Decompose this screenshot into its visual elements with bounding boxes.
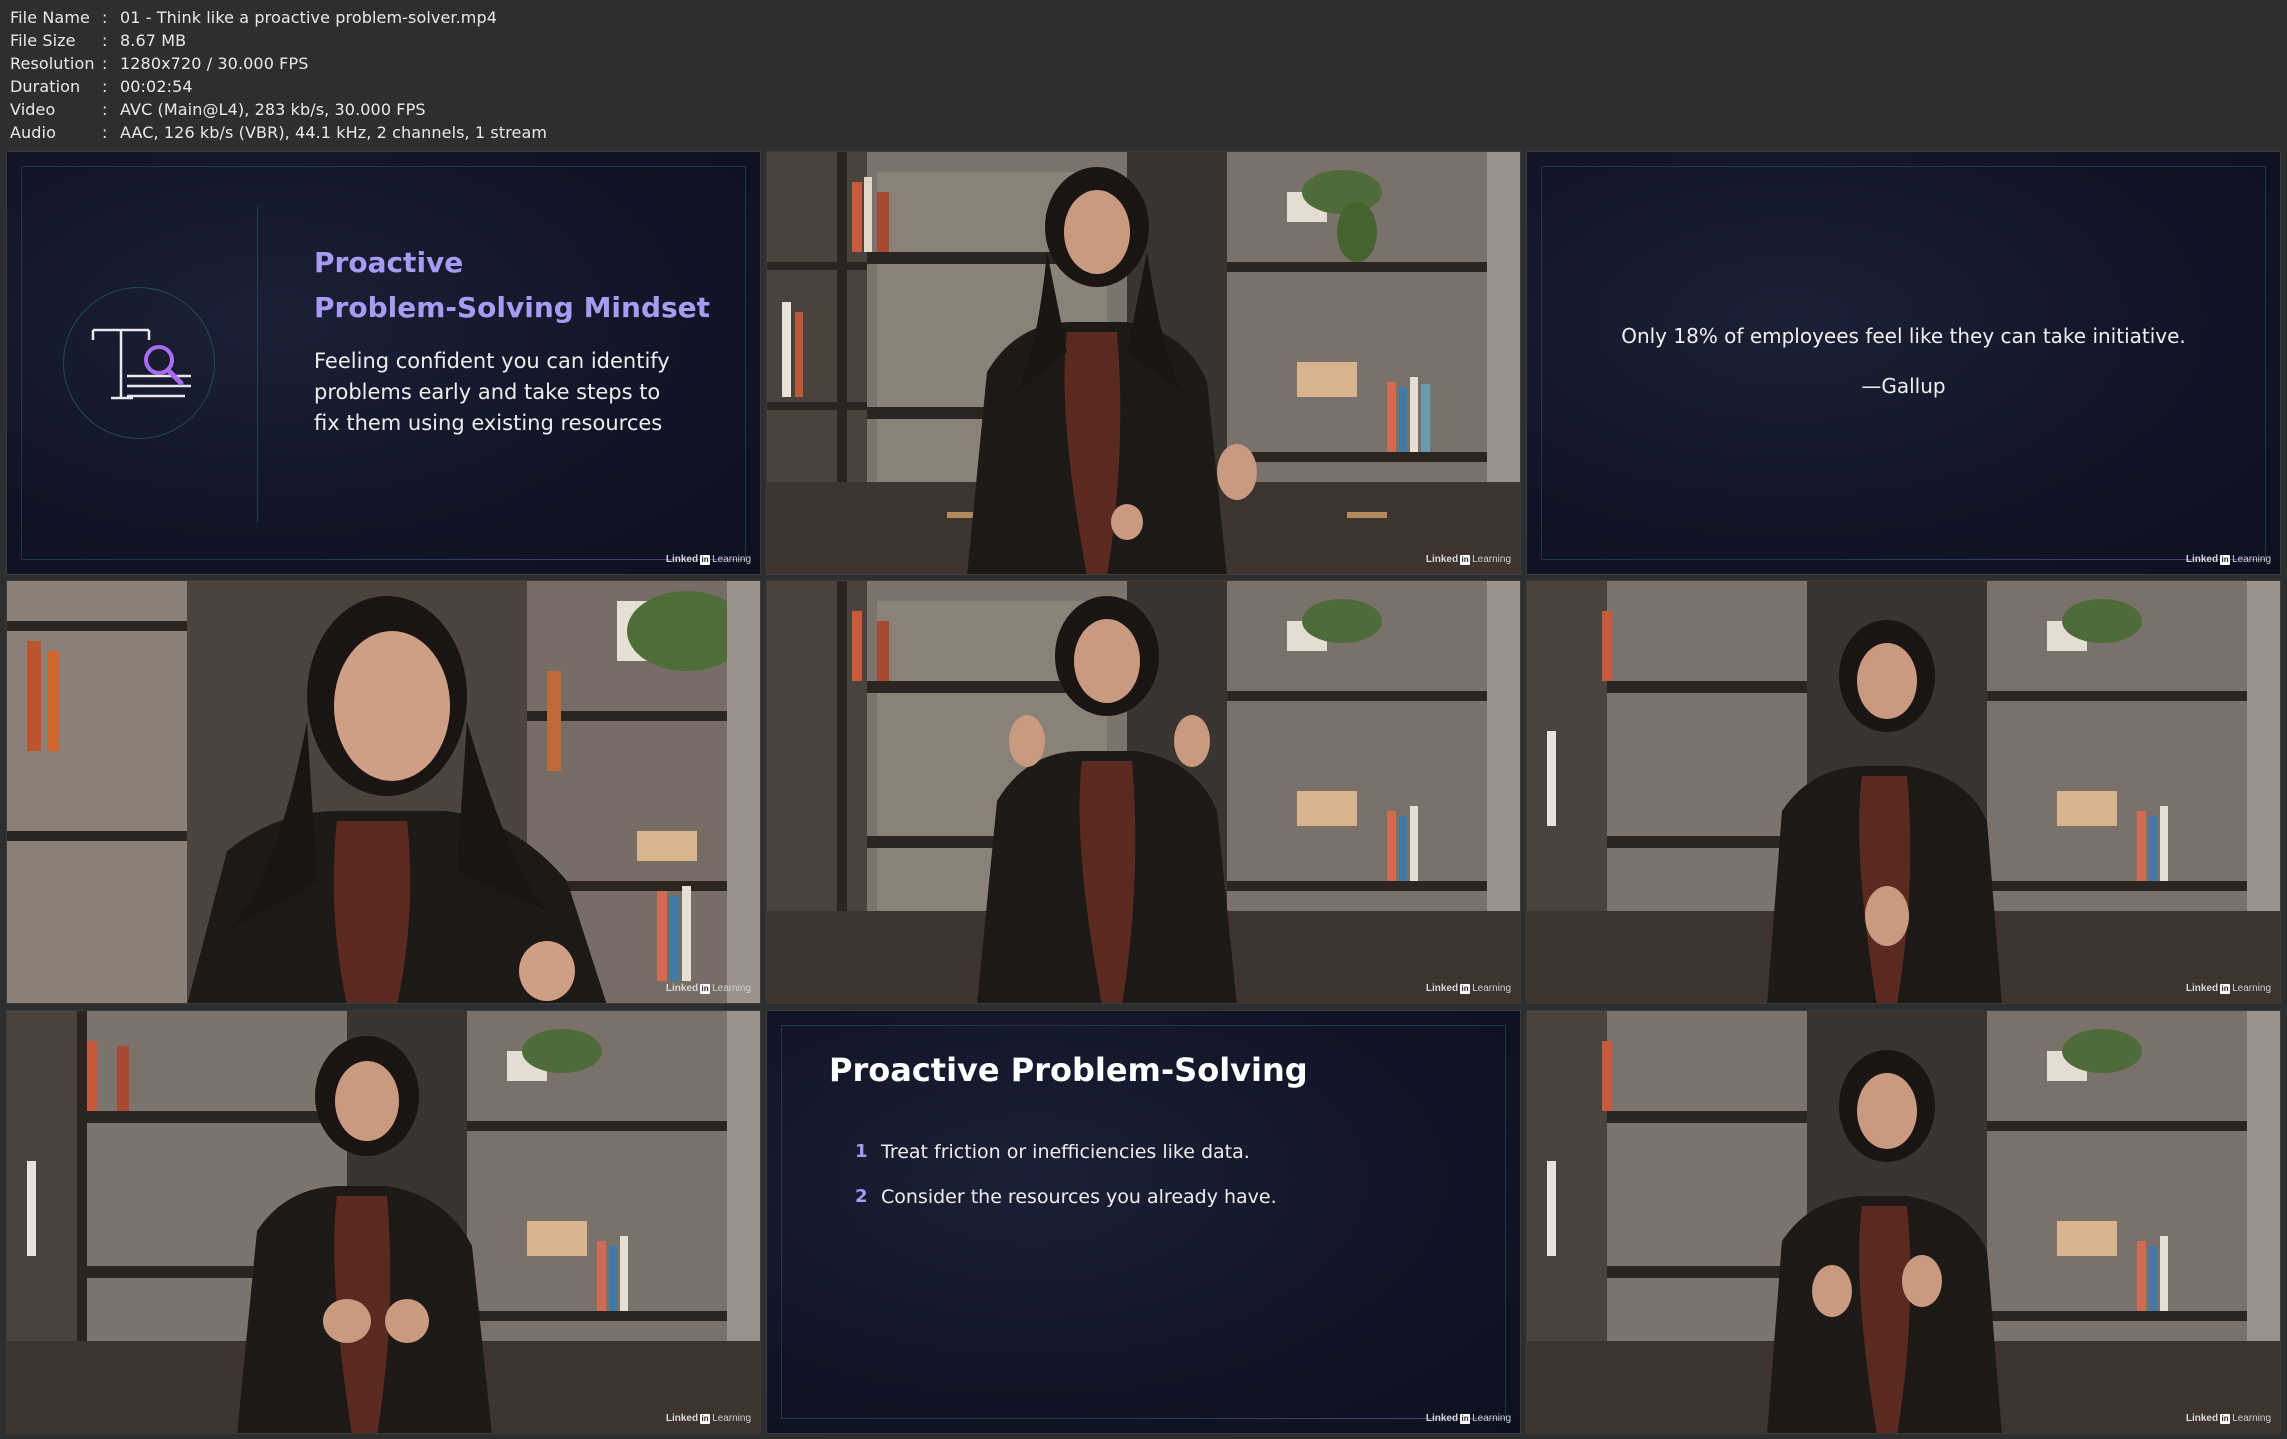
linkedin-learning-logo: Linked in Learning — [1425, 554, 1511, 565]
info-separator: : — [102, 123, 108, 142]
info-separator: : — [102, 8, 108, 27]
divider-line — [257, 207, 258, 522]
info-key: Audio — [10, 123, 56, 142]
file-info-header: File Name : 01 - Think like a proactive … — [10, 6, 1010, 144]
info-separator: : — [102, 100, 108, 119]
info-value: AAC, 126 kb/s (VBR), 44.1 kHz, 2 channel… — [120, 123, 548, 142]
info-row-video: Video : AVC (Main@L4), 283 kb/s, 30.000 … — [10, 98, 1010, 121]
list-item-number: 2 — [855, 1186, 868, 1207]
info-key: File Name — [10, 8, 90, 27]
linkedin-learning-logo: Linked in Learning — [2185, 554, 2271, 565]
info-row-duration: Duration : 00:02:54 — [10, 75, 1010, 98]
list-item: 2 Consider the resources you already hav… — [855, 1174, 1277, 1219]
info-value: AVC (Main@L4), 283 kb/s, 30.000 FPS — [120, 100, 426, 119]
linkedin-learning-logo: Linked in Learning — [665, 983, 751, 994]
thumbnail-speaker-6: Linked in Learning — [1526, 1010, 2281, 1434]
info-separator: : — [102, 54, 108, 73]
thumbnail-speaker-1: Linked in Learning — [766, 151, 1521, 575]
linkedin-learning-logo: Linked in Learning — [1425, 983, 1511, 994]
list-item-text: Consider the resources you already have. — [881, 1185, 1277, 1208]
slide-title-line: Proactive — [314, 246, 464, 279]
slide-title-line: Problem-Solving Mindset — [314, 291, 711, 324]
slide-title: Proactive Problem-Solving — [829, 1051, 1308, 1089]
info-value: 8.67 MB — [120, 31, 187, 50]
linkedin-learning-logo: Linked in Learning — [2185, 983, 2271, 994]
slide-body-line: problems early and take steps to — [314, 380, 661, 404]
slide-frame — [1541, 166, 2266, 560]
info-row-resolution: Resolution : 1280x720 / 30.000 FPS — [10, 52, 1010, 75]
info-key: Video — [10, 100, 56, 119]
slide-title: Proactive Problem-Solving Mindset — [314, 240, 734, 330]
thumbnail-slide-list: Proactive Problem-Solving 1 Treat fricti… — [766, 1010, 1521, 1434]
info-key: Resolution — [10, 54, 95, 73]
thumbnail-slide-quote: Only 18% of employees feel like they can… — [1526, 151, 2281, 575]
info-key: File Size — [10, 31, 76, 50]
speaker-video-frame — [7, 1011, 760, 1433]
slide-quote: Only 18% of employees feel like they can… — [1621, 324, 2186, 348]
linkedin-learning-logo: Linked in Learning — [665, 554, 751, 565]
list-item-number: 1 — [855, 1141, 868, 1162]
slide-list: 1 Treat friction or inefficiencies like … — [855, 1129, 1277, 1219]
text-search-icon — [91, 328, 191, 400]
slide-body-line: Feeling confident you can identify — [314, 349, 670, 373]
info-value: 1280x720 / 30.000 FPS — [120, 54, 309, 73]
list-item: 1 Treat friction or inefficiencies like … — [855, 1129, 1277, 1174]
info-row-file-name: File Name : 01 - Think like a proactive … — [10, 6, 1010, 29]
info-separator: : — [102, 77, 108, 96]
slide-body-line: fix them using existing resources — [314, 411, 663, 435]
slide-quote-source: —Gallup — [1861, 374, 1946, 398]
thumbnail-speaker-2: Linked in Learning — [6, 580, 761, 1004]
slide-body: Feeling confident you can identify probl… — [314, 346, 694, 439]
thumbnail-speaker-4: Linked in Learning — [1526, 580, 2281, 1004]
linkedin-learning-logo: Linked in Learning — [665, 1413, 751, 1424]
speaker-video-frame — [7, 581, 760, 1003]
thumbnail-speaker-3: Linked in Learning — [766, 580, 1521, 1004]
info-row-file-size: File Size : 8.67 MB — [10, 29, 1010, 52]
speaker-video-frame — [1527, 1011, 2280, 1433]
speaker-video-frame — [767, 152, 1520, 574]
info-separator: : — [102, 31, 108, 50]
linkedin-learning-logo: Linked in Learning — [2185, 1413, 2271, 1424]
thumbnail-slide-mindset: Proactive Problem-Solving Mindset Feelin… — [6, 151, 761, 575]
info-value: 01 - Think like a proactive problem-solv… — [120, 8, 498, 27]
thumbnail-speaker-5: Linked in Learning — [6, 1010, 761, 1434]
speaker-video-frame — [767, 581, 1520, 1003]
speaker-video-frame — [1527, 581, 2280, 1003]
info-value: 00:02:54 — [120, 77, 193, 96]
list-item-text: Treat friction or inefficiencies like da… — [881, 1140, 1250, 1163]
info-key: Duration — [10, 77, 81, 96]
info-row-audio: Audio : AAC, 126 kb/s (VBR), 44.1 kHz, 2… — [10, 121, 1010, 144]
linkedin-learning-logo: Linked in Learning — [1425, 1413, 1511, 1424]
